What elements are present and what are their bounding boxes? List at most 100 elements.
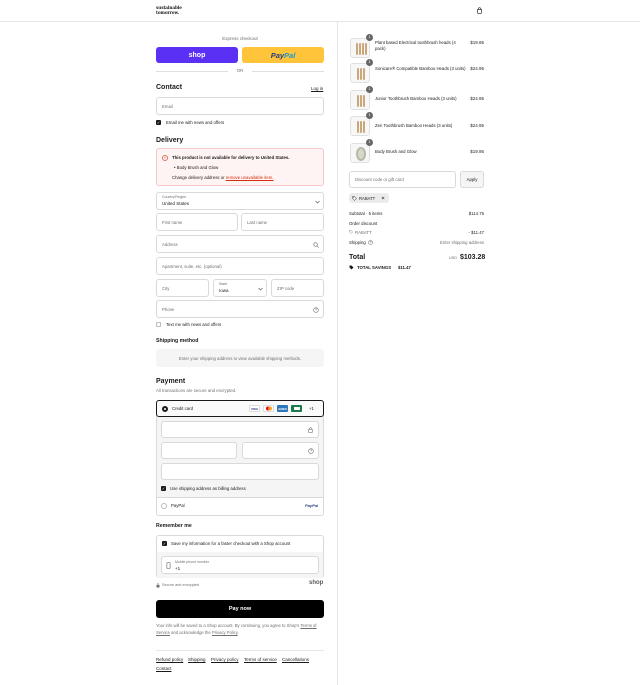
payment-subtitle: All transactions are secure and encrypte… [156,388,237,393]
footer-link-contact[interactable]: Contact [156,666,172,671]
discount-chip: RABATT [349,193,389,203]
quantity-badge: 1 [366,86,373,93]
paypal-radio[interactable] [161,503,167,509]
mastercard-icon [263,405,274,412]
country-select[interactable]: Country/Region United States [156,192,324,210]
email-news-checkbox[interactable]: ✓ [156,120,161,125]
help-icon[interactable] [308,448,314,454]
city-field[interactable]: City [156,279,209,297]
zip-field[interactable]: ZIP code [271,279,324,297]
mobile-phone-label: Mobile phone number [175,560,209,564]
product-image [350,143,370,163]
discount-placeholder: Discount code or gift card [355,177,404,182]
header: sustainable tomorrow. [0,0,640,22]
remember-me-box: ✓ Save my information for a faster check… [156,535,324,578]
name-on-card-field[interactable] [161,463,319,480]
pay-now-label: Pay now [228,606,252,612]
search-icon [313,242,319,248]
currency-label: USD [449,256,458,260]
shop-pay-label: shop [188,51,206,59]
shipping-method-title: Shipping method [156,338,199,344]
paypal-option[interactable]: PayPal PayPal [157,498,323,515]
last-name-field[interactable]: Last name [241,213,324,231]
card-brand-icon [291,405,302,412]
credit-card-label: Credit card [172,406,194,411]
legal-text-2: and acknowledge the [171,630,211,635]
help-icon[interactable] [313,307,319,313]
pay-now-button[interactable]: Pay now [156,600,324,618]
footer-link-refund[interactable]: Refund policy [156,657,183,662]
apartment-field[interactable]: Apartment, suite, etc. (optional) [156,257,324,275]
privacy-link[interactable]: Privacy Policy [212,630,238,635]
shopping-bag-icon[interactable] [476,7,483,14]
email-placeholder: Email [162,103,173,109]
paypal-button[interactable]: Pay Pal [242,47,324,63]
login-link[interactable]: Log in [311,86,323,91]
security-code-field[interactable] [242,442,319,459]
billing-address-label: Use shipping address as billing address [170,486,246,491]
delivery-alert: This product is not available for delive… [156,148,324,186]
state-select[interactable]: State Iowa [213,279,267,297]
alert-item: • Body Brush and Glow [174,165,219,170]
text-news-label: Text me with news and offers [166,322,222,327]
city-placeholder: City [162,285,170,291]
state-value: Iowa [219,288,229,293]
product-price: $19.95 [470,40,484,45]
mobile-phone-field[interactable]: Mobile phone number +1 [161,556,319,574]
phone-placeholder: Phone [162,306,175,312]
remember-me-title: Remember me [156,523,192,529]
apply-label: Apply [466,177,478,182]
country-label: Country/Region [162,195,187,199]
lock-icon [308,427,313,433]
footer-link-privacy[interactable]: Privacy policy [211,657,239,662]
payment-title: Payment [156,378,186,385]
discount-chip-label: RABATT [359,195,376,201]
order-discount-label: Order discount [349,221,378,226]
card-number-field[interactable] [161,421,319,438]
email-news-label: Email me with news and offers [166,120,225,125]
discount-code-field[interactable]: Discount code or gift card [349,171,456,188]
legal-end: . [237,630,239,635]
phone-field[interactable]: Phone [156,300,324,318]
shop-pay-button[interactable]: shop [156,47,238,63]
email-field[interactable]: Email [156,97,324,115]
tag-icon [352,195,357,201]
billing-address-checkbox[interactable]: ✓ [161,486,166,491]
paypal-logo: PayPal [305,503,319,508]
expiry-field[interactable] [161,442,237,459]
total-savings-label: TOTAL SAVINGS [357,265,392,270]
product-price: $24.95 [470,66,484,71]
save-info-checkbox[interactable]: ✓ [162,541,167,546]
discount-code-label: RABATT [355,230,372,235]
secure-encrypted-label: Secure and encrypted [162,583,200,587]
logo[interactable]: sustainable tomorrow. [156,5,182,15]
product-price: $24.95 [470,123,484,128]
zip-placeholder: ZIP code [277,285,295,291]
alert-text: Change delivery address or remove unavai… [172,175,274,180]
apply-button[interactable]: Apply [460,171,484,188]
help-icon[interactable] [368,240,373,245]
text-news-checkbox[interactable] [156,322,161,327]
or-label: OR [236,68,244,73]
footer-divider [156,650,324,651]
close-icon[interactable] [381,196,385,200]
more-brands-label: +1 [309,406,314,411]
legal-text-1: Your info will be saved to a Shop accoun… [156,623,300,628]
footer-link-cancellations[interactable]: Cancellations [282,657,309,662]
delivery-title: Delivery [156,137,184,144]
lock-icon [156,583,160,588]
credit-card-radio[interactable] [162,406,168,412]
address-field[interactable]: Address [156,235,324,253]
remove-unavailable-link[interactable]: remove unavailable item. [226,175,274,180]
footer-link-terms[interactable]: Terms of service [244,657,277,662]
product-image [350,63,370,83]
credit-card-option[interactable]: Credit card VISA AMEX +1 [156,400,324,417]
total-value: $103.28 [460,254,486,261]
chevron-down-icon [315,200,320,204]
paypal-label-pay: Pay [270,50,285,60]
state-label: State [219,282,228,286]
tag-icon [349,230,353,234]
first-name-field[interactable]: First name [156,213,238,231]
footer-link-shipping[interactable]: Shipping [188,657,206,662]
order-summary-panel [338,22,640,685]
